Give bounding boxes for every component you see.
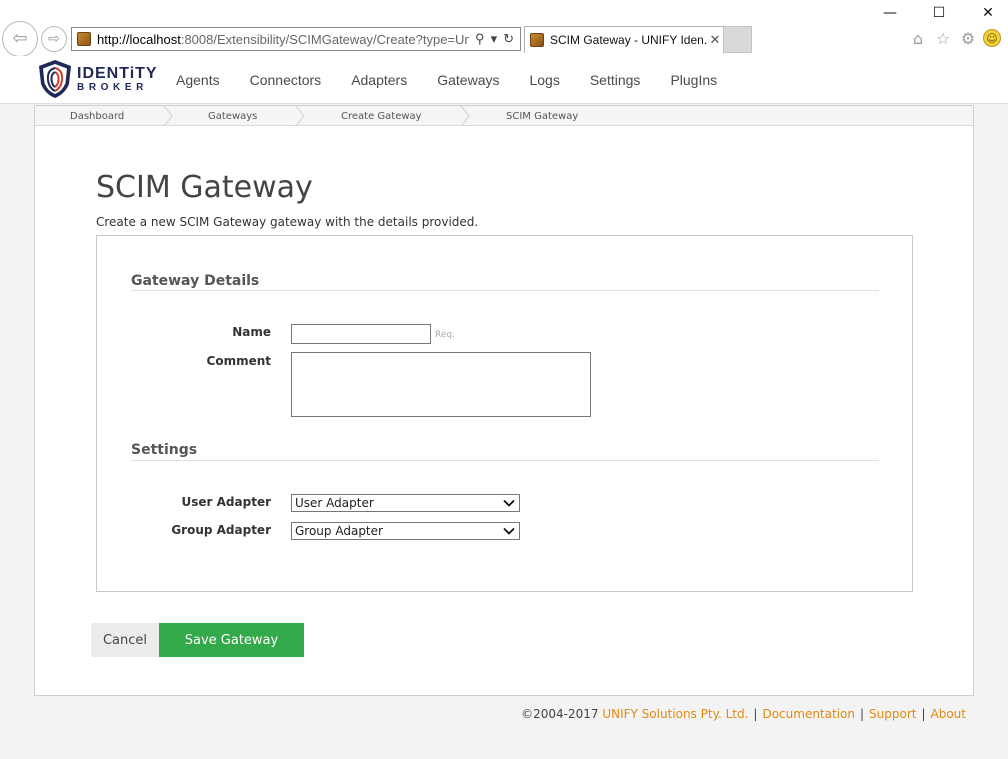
footer-support-link[interactable]: Support (869, 707, 916, 721)
new-tab-button[interactable] (723, 26, 752, 53)
name-required-hint: Req. (435, 330, 455, 340)
comment-label: Comment (206, 354, 271, 368)
breadcrumb-separator-icon (460, 106, 470, 126)
forward-button[interactable]: ⇨ (41, 26, 67, 52)
tab-close-icon[interactable]: ✕ (707, 32, 723, 48)
feedback-smiley-icon[interactable]: ☺ (983, 29, 1001, 47)
cancel-button[interactable]: Cancel (91, 623, 159, 657)
back-arrow-icon: ⇦ (12, 28, 28, 49)
group-adapter-label: Group Adapter (171, 523, 271, 537)
section-divider (131, 290, 879, 291)
url-path: :8008/Extensibility/SCIMGateway/Create?t… (180, 31, 470, 47)
address-bar[interactable]: http://localhost:8008/Extensibility/SCIM… (71, 27, 521, 51)
home-icon[interactable]: ⌂ (908, 28, 928, 48)
browser-chrome: — ☐ ✕ ⇦ ⇨ http://localhost:8008/Extensib… (0, 0, 1008, 57)
footer-separator: | (753, 707, 758, 721)
breadcrumb-dashboard[interactable]: Dashboard (70, 111, 124, 122)
group-adapter-select[interactable]: Group Adapter (291, 522, 520, 540)
user-adapter-selected-value: User Adapter (295, 496, 374, 510)
nav-agents[interactable]: Agents (176, 72, 220, 88)
name-input[interactable] (291, 324, 431, 344)
footer-about-link[interactable]: About (931, 707, 966, 721)
maximize-button[interactable]: ☐ (927, 4, 951, 22)
group-adapter-selected-value: Group Adapter (295, 524, 383, 538)
refresh-icon[interactable]: ↻ (503, 31, 514, 47)
footer-separator: | (859, 707, 865, 721)
section-settings: Settings (131, 442, 198, 458)
settings-gear-icon[interactable]: ⚙ (958, 28, 978, 48)
minimize-button[interactable]: — (878, 4, 902, 22)
footer: ©2004-2017 UNIFY Solutions Pty. Ltd. | Doc… (521, 707, 966, 721)
back-button[interactable]: ⇦ (2, 21, 38, 57)
user-adapter-select[interactable]: User Adapter (291, 494, 520, 512)
tab-favicon-icon (530, 33, 544, 47)
app-header: IDENTiTY BROKER Agents Connectors Adapte… (0, 56, 1008, 104)
nav-gateways[interactable]: Gateways (437, 72, 499, 88)
browser-tab-active[interactable]: SCIM Gateway - UNIFY Iden... ✕ (524, 26, 724, 53)
breadcrumb-separator-icon (295, 106, 305, 126)
chevron-down-icon (503, 499, 515, 507)
footer-copyright: ©2004-2017 (521, 707, 599, 721)
section-divider (131, 460, 879, 461)
section-gateway-details: Gateway Details (131, 273, 260, 289)
identity-broker-logo[interactable]: IDENTiTY BROKER (35, 59, 165, 99)
url-host: http://localhost (97, 31, 181, 47)
footer-company-link[interactable]: UNIFY Solutions Pty. Ltd. (602, 707, 748, 721)
breadcrumb-create-gateway[interactable]: Create Gateway (341, 111, 422, 122)
forward-arrow-icon: ⇨ (48, 31, 60, 47)
footer-separator: | (921, 707, 926, 721)
nav-connectors[interactable]: Connectors (250, 72, 322, 88)
user-adapter-label: User Adapter (181, 495, 271, 509)
site-favicon-icon (77, 32, 91, 46)
nav-plugins[interactable]: PlugIns (670, 72, 717, 88)
address-url[interactable]: http://localhost:8008/Extensibility/SCIM… (97, 32, 469, 47)
shield-logo-icon (39, 60, 71, 98)
tab-title: SCIM Gateway - UNIFY Iden... (550, 33, 707, 47)
chevron-down-icon (503, 527, 515, 535)
name-label: Name (232, 325, 271, 339)
breadcrumb-gateways[interactable]: Gateways (208, 111, 257, 122)
logo-text-broker: BROKER (77, 82, 148, 93)
nav-logs[interactable]: Logs (529, 72, 559, 88)
page-description: Create a new SCIM Gateway gateway with t… (96, 215, 479, 229)
address-dropdown-icon[interactable]: ▾ (491, 31, 498, 47)
search-icon[interactable]: ⚲ (475, 31, 485, 47)
breadcrumb-scim-gateway: SCIM Gateway (506, 111, 579, 122)
save-gateway-button[interactable]: Save Gateway (159, 623, 304, 657)
close-window-button[interactable]: ✕ (976, 4, 1000, 22)
content-card: Dashboard Gateways Create Gateway SCIM G… (34, 105, 974, 696)
footer-documentation-link[interactable]: Documentation (762, 707, 855, 721)
page-title: SCIM Gateway (96, 170, 313, 205)
breadcrumb-separator-icon (163, 106, 173, 126)
main-nav: Agents Connectors Adapters Gateways Logs… (176, 72, 747, 88)
comment-textarea[interactable] (291, 352, 591, 417)
nav-adapters[interactable]: Adapters (351, 72, 407, 88)
breadcrumb: Dashboard Gateways Create Gateway SCIM G… (35, 106, 973, 126)
logo-text-identity: IDENTiTY (77, 65, 158, 82)
nav-settings[interactable]: Settings (590, 72, 641, 88)
favorites-star-icon[interactable]: ☆ (933, 28, 953, 48)
gateway-form: Gateway Details Name Req. Comment Settin… (96, 235, 913, 592)
